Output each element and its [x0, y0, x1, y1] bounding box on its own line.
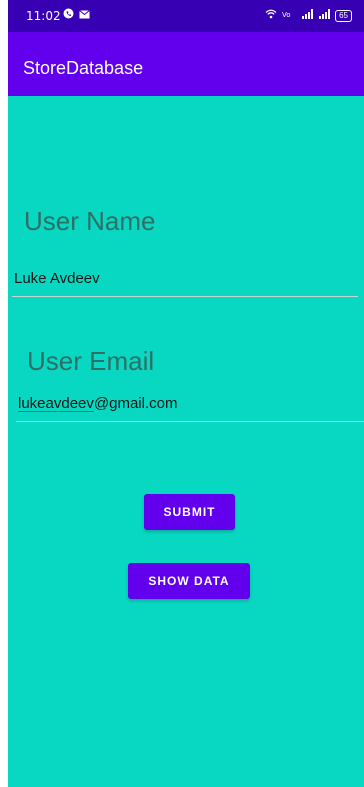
user-email-label: User Email	[27, 346, 155, 376]
user-email-input[interactable]: lukeavdeev@gmail.com	[16, 393, 364, 422]
user-name-label: User Name	[24, 206, 156, 236]
user-name-value: Luke Avdeev	[14, 270, 100, 287]
signal-icon	[318, 9, 331, 22]
notification-icons	[63, 8, 90, 22]
status-time: 11:02	[26, 9, 61, 23]
system-icons: Vo 65	[265, 9, 352, 22]
mail-icon	[79, 8, 90, 22]
email-domain-part: @gmail.com	[93, 395, 178, 412]
user-email-value: lukeavdeev@gmail.com	[18, 395, 177, 412]
app-title: StoreDatabase	[23, 58, 144, 78]
signal-icon	[301, 9, 314, 22]
volte-icon: Vo	[282, 9, 296, 22]
app-screen: 11:02 Vo 65 StoreDatabase User Name Luke…	[8, 0, 364, 787]
submit-button[interactable]: SUBMIT	[144, 494, 235, 530]
show-data-button[interactable]: SHOW DATA	[128, 563, 250, 599]
battery-icon: 65	[335, 9, 352, 22]
user-name-input[interactable]: Luke Avdeev	[12, 268, 358, 297]
app-bar: StoreDatabase	[8, 32, 364, 96]
wifi-icon	[265, 9, 277, 22]
email-user-part: lukeavdeev	[18, 395, 94, 412]
whatsapp-icon	[63, 8, 74, 22]
svg-text:Vo: Vo	[282, 11, 291, 19]
status-bar: 11:02 Vo 65	[8, 0, 364, 32]
